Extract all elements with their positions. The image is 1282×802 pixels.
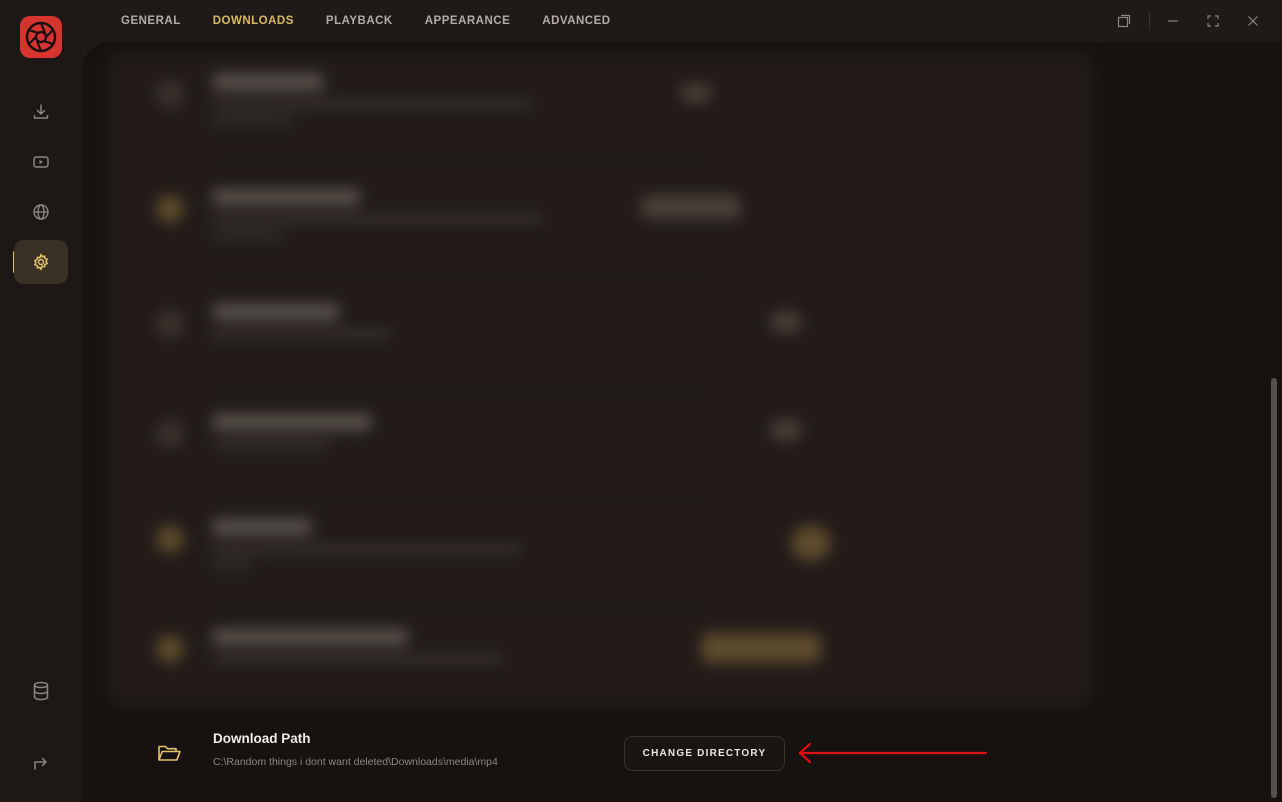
download-path-title: Download Path bbox=[213, 731, 311, 746]
download-icon bbox=[33, 104, 49, 119]
sidebar-item-browser[interactable] bbox=[14, 190, 68, 234]
tab-playback[interactable]: PLAYBACK bbox=[310, 15, 409, 27]
sidebar-item-database[interactable] bbox=[14, 669, 68, 713]
blurred-setting-row bbox=[146, 507, 1054, 607]
tab-advanced[interactable]: ADVANCED bbox=[526, 15, 626, 27]
scrollbar[interactable] bbox=[1271, 378, 1277, 798]
restore-window-button[interactable] bbox=[1104, 0, 1144, 42]
app-logo bbox=[20, 16, 62, 58]
blurred-setting-row bbox=[146, 177, 1054, 277]
sidebar bbox=[0, 0, 82, 802]
tab-general[interactable]: GENERAL bbox=[105, 15, 197, 27]
restore-window-icon bbox=[1117, 14, 1131, 28]
database-icon bbox=[33, 681, 49, 701]
maximize-button[interactable] bbox=[1193, 0, 1233, 42]
tab-downloads[interactable]: DOWNLOADS bbox=[197, 15, 310, 27]
minimize-button[interactable] bbox=[1153, 0, 1193, 42]
annotation-arrow-icon bbox=[798, 742, 988, 764]
blurred-setting-row bbox=[146, 402, 1054, 502]
sidebar-item-videos[interactable] bbox=[14, 140, 68, 184]
globe-icon bbox=[33, 204, 49, 220]
tab-appearance[interactable]: APPEARANCE bbox=[409, 15, 527, 27]
sidebar-item-settings[interactable] bbox=[14, 240, 68, 284]
close-button[interactable] bbox=[1233, 0, 1273, 42]
sidebar-item-logout[interactable] bbox=[14, 740, 68, 784]
close-icon bbox=[1248, 16, 1258, 26]
blurred-setting-row bbox=[146, 617, 1054, 707]
settings-icon bbox=[33, 253, 49, 271]
change-directory-button[interactable]: CHANGE DIRECTORY bbox=[624, 736, 785, 771]
window-controls-divider bbox=[1149, 12, 1150, 30]
folder-open-icon bbox=[158, 745, 181, 761]
blurred-setting-row bbox=[146, 292, 1054, 392]
blurred-settings-list bbox=[106, 52, 1094, 707]
settings-tabs: GENERAL DOWNLOADS PLAYBACK APPEARANCE AD… bbox=[105, 0, 627, 42]
sidebar-item-downloads[interactable] bbox=[14, 90, 68, 134]
shutter-icon bbox=[25, 21, 57, 53]
blurred-setting-row bbox=[146, 62, 1054, 162]
logout-icon bbox=[34, 757, 47, 770]
minimize-icon bbox=[1168, 20, 1178, 22]
video-icon bbox=[33, 156, 49, 168]
download-path-value: C:\Random things i dont want deleted\Dow… bbox=[213, 756, 498, 768]
maximize-icon bbox=[1207, 15, 1219, 27]
